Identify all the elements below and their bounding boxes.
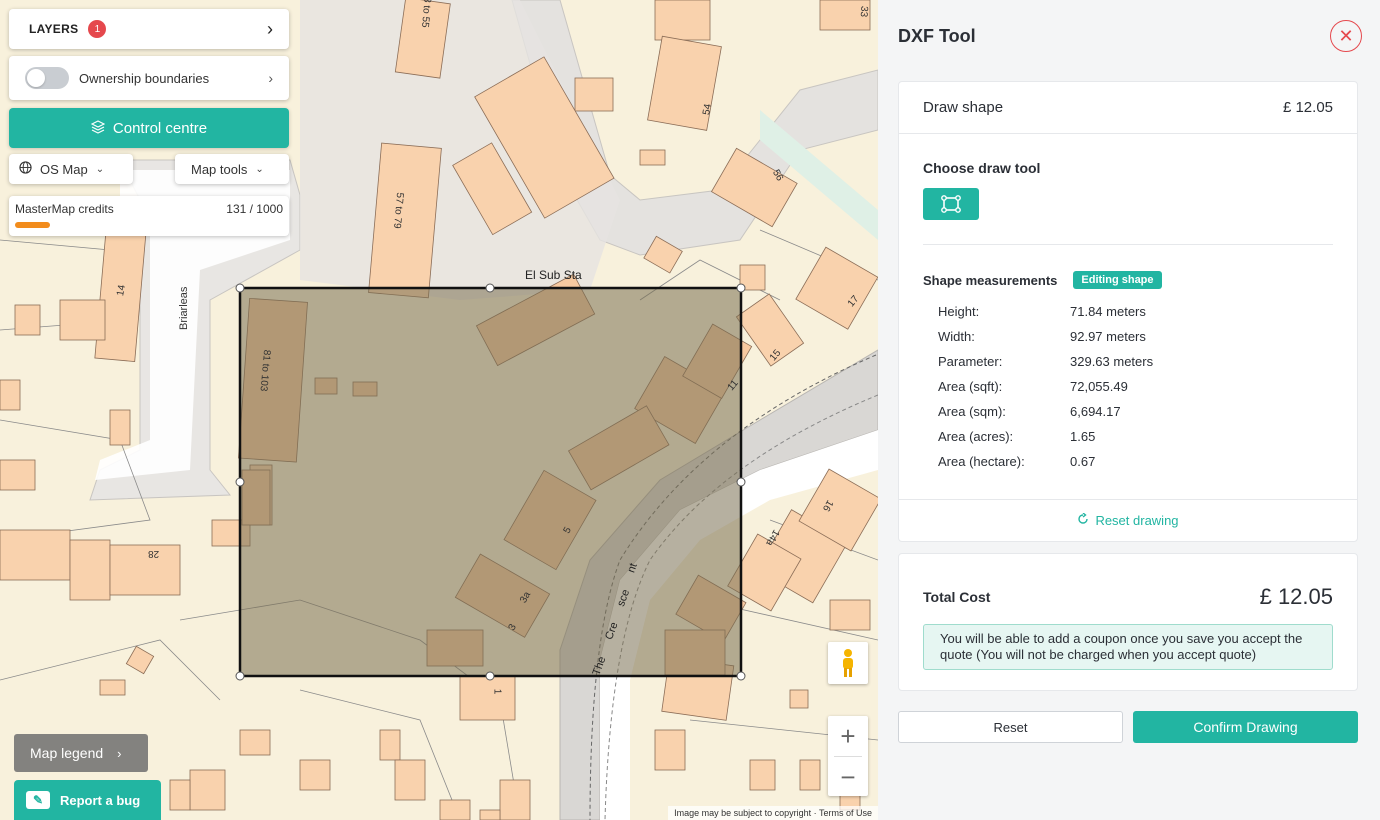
measurement-label: Parameter:	[938, 354, 1003, 369]
ownership-boundaries-label: Ownership boundaries	[79, 70, 210, 86]
draw-shape-card: Draw shape £ 12.05 Choose draw tool Shap…	[898, 81, 1358, 542]
map-legend-label: Map legend	[30, 745, 104, 761]
chevron-down-icon: ⌄	[255, 163, 264, 175]
layers-count-badge: 1	[88, 20, 107, 38]
os-map-dropdown[interactable]: OS Map ⌄	[9, 154, 133, 184]
layers-stack-icon	[90, 119, 106, 137]
zoom-in-button[interactable]: +	[828, 716, 868, 756]
draw-shape-label: Draw shape	[923, 99, 1004, 116]
refresh-icon	[1077, 512, 1089, 528]
pencil-icon: ✎	[26, 791, 50, 809]
section-divider	[923, 244, 1333, 245]
chevron-right-icon: ›	[267, 18, 273, 39]
report-bug-label: Report a bug	[60, 792, 141, 808]
close-button[interactable]: ✕	[1330, 20, 1362, 52]
measurement-label: Area (hectare):	[938, 454, 1025, 469]
pegman-icon	[843, 649, 853, 677]
measurement-label: Area (sqft):	[938, 379, 1003, 394]
measurements-list: Height: 71.84 meters Width: 92.97 meters P…	[938, 299, 1333, 474]
map-tools-dropdown[interactable]: Map tools ⌄	[175, 154, 289, 184]
house-number: 14	[115, 284, 128, 297]
measurement-row: Parameter: 329.63 meters	[938, 349, 1333, 374]
measurement-label: Area (sqm):	[938, 404, 1006, 419]
street-label-briarleas: Briarleas	[178, 286, 190, 330]
dxf-tool-panel: DXF Tool ✕ Draw shape £ 12.05 Choose dra…	[878, 0, 1380, 820]
house-number: 54	[701, 103, 714, 116]
credits-label: MasterMap credits	[15, 202, 114, 216]
measurement-row: Area (sqm): 6,694.17	[938, 399, 1333, 424]
close-icon: ✕	[1338, 25, 1354, 46]
panel-title: DXF Tool	[898, 25, 976, 46]
mastermap-credits: MasterMap credits 131 / 1000	[9, 196, 289, 236]
rectangle-select-icon	[941, 195, 961, 213]
map-attribution[interactable]: Image may be subject to copyright · Term…	[668, 806, 878, 820]
total-cost-card: Total Cost £ 12.05 You will be able to a…	[898, 553, 1358, 691]
layers-button[interactable]: LAYERS 1 ›	[9, 9, 289, 49]
map-canvas[interactable]: El Sub Sta Briarleas The Cre sce nt 53 t…	[0, 0, 878, 820]
confirm-drawing-button[interactable]: Confirm Drawing	[1133, 711, 1358, 743]
measurement-value: 329.63 meters	[1070, 354, 1154, 369]
draw-shape-header: Draw shape £ 12.05	[899, 82, 1357, 134]
street-view-pegman-button[interactable]	[828, 642, 868, 684]
zoom-controls: + −	[828, 716, 868, 796]
draw-shape-body: Choose draw tool Shape measurements Edit…	[899, 134, 1357, 474]
measurement-label: Width:	[938, 329, 975, 344]
measurement-value: 1.65	[1070, 429, 1096, 444]
chevron-down-icon: ⌄	[95, 163, 105, 175]
measurement-label: Area (acres):	[938, 429, 1014, 444]
globe-icon	[19, 161, 32, 177]
total-cost-row: Total Cost £ 12.05	[923, 584, 1333, 610]
measurement-row: Area (sqft): 72,055.49	[938, 374, 1333, 399]
house-number: 28	[148, 548, 160, 559]
report-bug-button[interactable]: ✎ Report a bug	[14, 780, 161, 820]
reset-button[interactable]: Reset	[898, 711, 1123, 743]
measurement-row: Width: 92.97 meters	[938, 324, 1333, 349]
measurement-row: Area (hectare): 0.67	[938, 449, 1333, 474]
shape-measurements-header: Shape measurements Editing shape	[923, 271, 1333, 289]
measurement-label: Height:	[938, 304, 980, 319]
measurement-row: Area (acres): 1.65	[938, 424, 1333, 449]
credits-progress-bar	[15, 222, 50, 228]
os-map-label: OS Map	[40, 161, 88, 177]
chevron-right-icon: ›	[268, 70, 273, 86]
measurement-row: Height: 71.84 meters	[938, 299, 1333, 324]
substation-label: El Sub Sta	[525, 268, 582, 282]
measurement-value: 71.84 meters	[1070, 304, 1146, 319]
map-tools-label: Map tools	[191, 161, 248, 177]
measurement-value: 72,055.49	[1070, 379, 1128, 394]
chevron-right-icon: ›	[117, 745, 122, 761]
coupon-notice: You will be able to add a coupon once yo…	[923, 624, 1333, 670]
map-legend-button[interactable]: Map legend ›	[14, 734, 148, 772]
control-centre-button[interactable]: Control centre	[9, 108, 289, 148]
measurement-value: 0.67	[1070, 454, 1096, 469]
layers-label: LAYERS	[29, 22, 79, 36]
toggle-knob	[27, 69, 45, 87]
credits-value: 131 / 1000	[226, 202, 283, 216]
rectangle-draw-tool-button[interactable]	[923, 188, 979, 220]
total-cost-label: Total Cost	[923, 589, 991, 605]
reset-drawing-label: Reset drawing	[1095, 513, 1179, 528]
panel-header: DXF Tool	[878, 0, 1380, 72]
control-centre-label: Control centre	[112, 119, 208, 137]
ownership-boundaries-row[interactable]: Ownership boundaries ›	[9, 56, 289, 100]
total-cost-value: £ 12.05	[1259, 584, 1333, 609]
reset-drawing-link[interactable]: Reset drawing	[899, 499, 1357, 541]
editing-shape-badge: Editing shape	[1073, 271, 1162, 289]
ownership-boundaries-toggle[interactable]	[25, 67, 69, 89]
measurement-value: 6,694.17	[1070, 404, 1121, 419]
house-number: 33	[857, 5, 870, 18]
zoom-out-button[interactable]: −	[828, 757, 868, 797]
measurement-value: 92.97 meters	[1070, 329, 1146, 344]
draw-shape-price: £ 12.05	[1282, 99, 1333, 116]
house-number: 1	[491, 688, 503, 695]
choose-draw-tool-title: Choose draw tool	[923, 160, 1041, 176]
shape-measurements-title: Shape measurements	[923, 272, 1058, 288]
